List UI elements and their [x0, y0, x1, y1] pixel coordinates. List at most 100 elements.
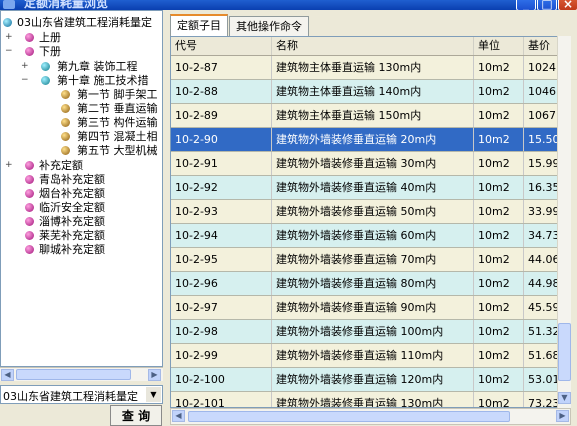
cell-name: 建筑物主体垂直运输 130m内: [272, 56, 474, 79]
cell-unit: 10m2: [474, 56, 524, 79]
scroll-thumb[interactable]: [16, 369, 131, 380]
cell-unit: 10m2: [474, 128, 524, 151]
quota-table: 代号 名称 单位 基价 10-2-87 建筑物主体垂直运输 130m内 10m2 10…: [170, 36, 571, 408]
tree-node-label: 青岛补充定额: [39, 173, 105, 186]
table-vertical-scrollbar[interactable]: ▼: [557, 36, 571, 408]
tree-node-label: 聊城补充定额: [39, 243, 105, 256]
table-row-selected[interactable]: 10-2-90 建筑物外墙装修垂直运输 20m内 10m2 15.50: [171, 128, 570, 152]
table-row[interactable]: 10-2-95 建筑物外墙装修垂直运输 70m内 10m2 44.06: [171, 248, 570, 272]
expand-icon[interactable]: +: [5, 161, 13, 170]
tree-node-label: 第一节 脚手架工: [77, 88, 158, 101]
tree-node-label: 淄博补充定额: [39, 215, 105, 228]
root-node-icon: [3, 18, 12, 27]
maximize-button[interactable]: □: [537, 0, 557, 10]
tree-node-label: 第四节 混凝土相: [77, 130, 158, 143]
tree-node-label: 烟台补充定额: [39, 187, 105, 200]
tree-node-label: 莱芜补充定额: [39, 229, 105, 242]
tree-horizontal-scrollbar[interactable]: ◀ ▶: [0, 367, 163, 381]
column-header-name[interactable]: 名称: [272, 37, 474, 55]
table-row[interactable]: 10-2-91 建筑物外墙装修垂直运输 30m内 10m2 15.99: [171, 152, 570, 176]
scroll-down-icon[interactable]: ▼: [558, 392, 571, 404]
cell-name: 建筑物主体垂直运输 140m内: [272, 80, 474, 103]
cell-code: 10-2-97: [171, 296, 272, 319]
cell-unit: 10m2: [474, 344, 524, 367]
cell-code: 10-2-88: [171, 80, 272, 103]
table-row[interactable]: 10-2-93 建筑物外墙装修垂直运输 50m内 10m2 33.99: [171, 200, 570, 224]
expand-icon[interactable]: +: [21, 62, 29, 71]
table-row[interactable]: 10-2-92 建筑物外墙装修垂直运输 40m内 10m2 16.35: [171, 176, 570, 200]
table-row[interactable]: 10-2-87 建筑物主体垂直运输 130m内 10m2 1024.: [171, 56, 570, 80]
node-icon: [25, 217, 34, 226]
close-button[interactable]: ×: [558, 0, 577, 10]
table-row[interactable]: 10-2-97 建筑物外墙装修垂直运输 90m内 10m2 45.59: [171, 296, 570, 320]
node-icon: [25, 47, 34, 56]
node-icon: [61, 118, 70, 127]
cell-unit: 10m2: [474, 80, 524, 103]
node-icon: [61, 104, 70, 113]
cell-code: 10-2-98: [171, 320, 272, 343]
cell-unit: 10m2: [474, 392, 524, 407]
cell-code: 10-2-87: [171, 56, 272, 79]
tree-node-label: 第九章 装饰工程: [57, 60, 138, 73]
column-header-code[interactable]: 代号: [171, 37, 272, 55]
node-icon: [25, 245, 34, 254]
cell-unit: 10m2: [474, 248, 524, 271]
node-icon: [25, 161, 34, 170]
cell-name: 建筑物外墙装修垂直运输 70m内: [272, 248, 474, 271]
select-value: 03山东省建筑工程消耗量定: [3, 390, 138, 403]
window-title: 定额消耗量浏览: [24, 0, 109, 10]
cell-name: 建筑物外墙装修垂直运输 30m内: [272, 152, 474, 175]
table-horizontal-scrollbar[interactable]: ◀ ▶: [170, 408, 571, 425]
table-row[interactable]: 10-2-89 建筑物主体垂直运输 150m内 10m2 1067.: [171, 104, 570, 128]
table-row[interactable]: 10-2-99 建筑物外墙装修垂直运输 110m内 10m2 51.68: [171, 344, 570, 368]
scroll-right-icon[interactable]: ▶: [556, 410, 569, 422]
collapse-icon[interactable]: −: [5, 47, 13, 56]
node-icon: [25, 175, 34, 184]
cell-name: 建筑物外墙装修垂直运输 80m内: [272, 272, 474, 295]
cell-code: 10-2-94: [171, 224, 272, 247]
node-icon: [61, 146, 70, 155]
table-row[interactable]: 10-2-101 建筑物外墙装修垂直运输 130m内 10m2 73.23: [171, 392, 570, 407]
quota-library-select[interactable]: 03山东省建筑工程消耗量定 ▼: [0, 385, 163, 404]
table-row[interactable]: 10-2-98 建筑物外墙装修垂直运输 100m内 10m2 51.32: [171, 320, 570, 344]
category-tree[interactable]: 03山东省建筑工程消耗量定 + 上册 − 下册 + 第九章 装饰工程 − 第十章…: [0, 10, 163, 367]
cell-name: 建筑物外墙装修垂直运输 50m内: [272, 200, 474, 223]
minimize-button[interactable]: _: [516, 0, 536, 10]
scroll-thumb[interactable]: [188, 411, 510, 422]
cell-name: 建筑物外墙装修垂直运输 60m内: [272, 224, 474, 247]
scroll-left-icon[interactable]: ◀: [1, 369, 14, 381]
collapse-icon[interactable]: −: [21, 76, 29, 85]
app-icon: [3, 0, 15, 9]
scroll-thumb[interactable]: [558, 323, 571, 381]
table-row[interactable]: 10-2-100 建筑物外墙装修垂直运输 120m内 10m2 53.01: [171, 368, 570, 392]
cell-code: 10-2-99: [171, 344, 272, 367]
cell-unit: 10m2: [474, 272, 524, 295]
cell-name: 建筑物外墙装修垂直运输 100m内: [272, 320, 474, 343]
cell-code: 10-2-100: [171, 368, 272, 391]
table-row[interactable]: 10-2-88 建筑物主体垂直运输 140m内 10m2 1046.: [171, 80, 570, 104]
tree-node-label: 03山东省建筑工程消耗量定: [17, 16, 152, 29]
expand-icon[interactable]: +: [5, 33, 13, 42]
cell-name: 建筑物主体垂直运输 150m内: [272, 104, 474, 127]
column-header-unit[interactable]: 单位: [474, 37, 524, 55]
tree-node-label: 补充定额: [39, 159, 83, 172]
table-header: 代号 名称 单位 基价: [171, 37, 570, 56]
tree-node-label: 第十章 施工技术措: [57, 74, 149, 87]
query-button[interactable]: 查 询: [110, 405, 162, 426]
cell-unit: 10m2: [474, 200, 524, 223]
node-icon: [25, 203, 34, 212]
scroll-right-icon[interactable]: ▶: [148, 369, 161, 381]
table-row[interactable]: 10-2-94 建筑物外墙装修垂直运输 60m内 10m2 34.73: [171, 224, 570, 248]
node-icon: [61, 90, 70, 99]
tree-node-label: 下册: [39, 45, 61, 58]
node-icon: [25, 231, 34, 240]
window-titlebar: 定额消耗量浏览 _ □ ×: [0, 0, 577, 10]
cell-unit: 10m2: [474, 368, 524, 391]
cell-code: 10-2-95: [171, 248, 272, 271]
scroll-left-icon[interactable]: ◀: [172, 410, 185, 422]
tab-quota-items[interactable]: 定额子目: [170, 14, 228, 36]
tab-other-commands[interactable]: 其他操作命令: [229, 16, 309, 36]
table-row[interactable]: 10-2-96 建筑物外墙装修垂直运输 80m内 10m2 44.98: [171, 272, 570, 296]
chevron-down-icon[interactable]: ▼: [146, 387, 161, 402]
node-icon: [41, 62, 50, 71]
